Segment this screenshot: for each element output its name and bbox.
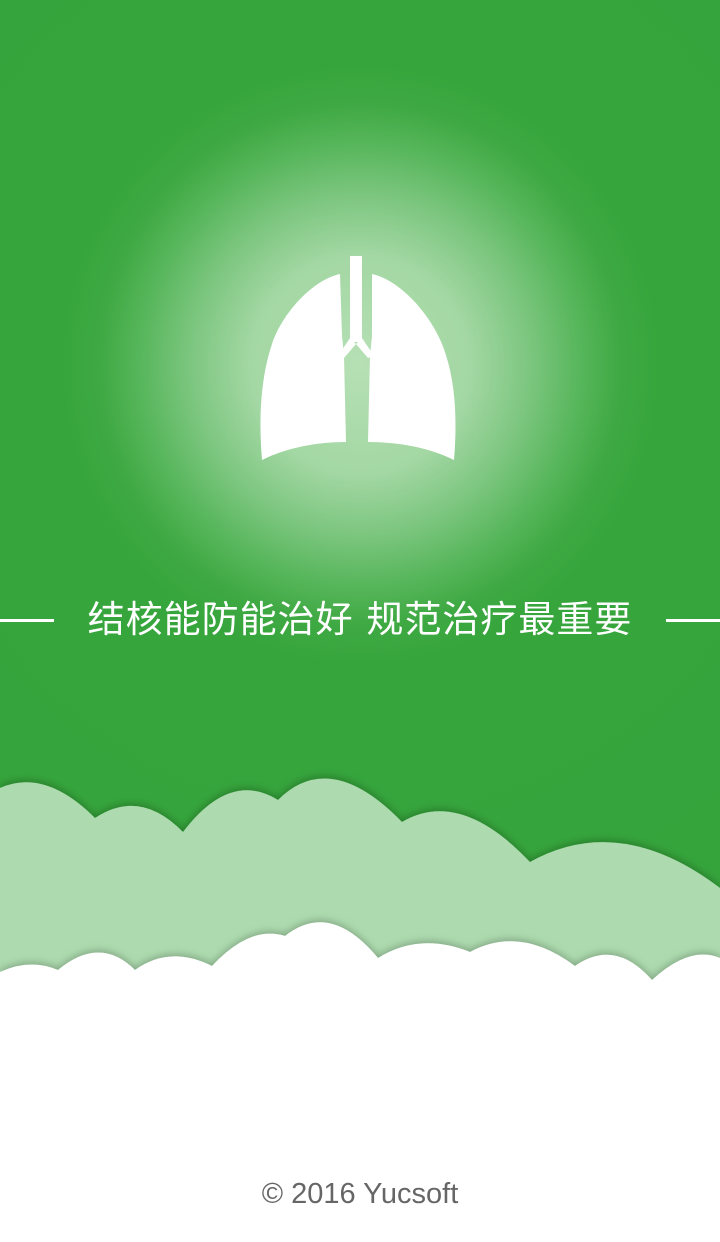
slogan-divider-right (666, 619, 720, 622)
slogan-divider-left (0, 619, 54, 622)
slogan-text: 结核能防能治好 规范治疗最重要 (87, 598, 633, 641)
copyright-text: © 2016 Yucsoft (261, 1178, 459, 1210)
lungs-icon (260, 256, 456, 460)
splash-screen: 结核能防能治好 规范治疗最重要 © 2016 Yucsoft (0, 0, 720, 1242)
cloud-decoration (0, 778, 720, 1242)
slogan-row: 结核能防能治好 规范治疗最重要 (0, 590, 720, 650)
